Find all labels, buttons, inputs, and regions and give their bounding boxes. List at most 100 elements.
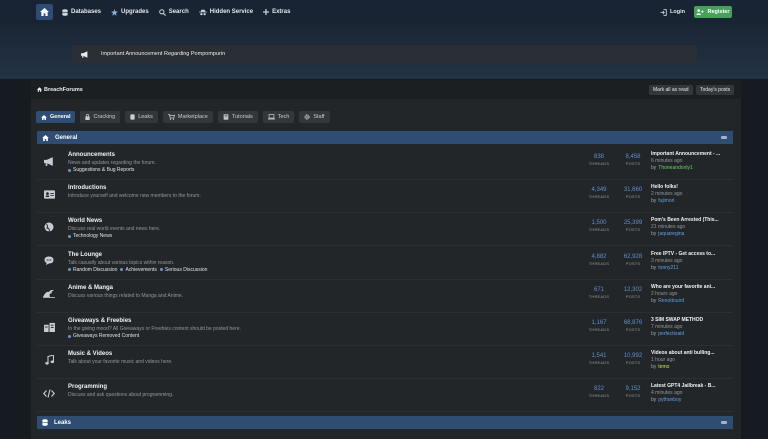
database-icon <box>42 419 48 426</box>
last-post: Free IPTV - Get access to... 3 minutes a… <box>651 251 731 271</box>
collapse-icon[interactable] <box>721 421 727 424</box>
nav-search[interactable]: Search <box>158 8 189 16</box>
last-post-username[interactable]: temo <box>658 364 669 370</box>
forum-row[interactable]: Giveaways & Freebies In the giving mood?… <box>37 313 733 346</box>
by-label: by <box>651 331 657 337</box>
last-post-username[interactable]: Thoneandonly1 <box>658 165 692 171</box>
forum-description: Talk casually about various topics withi… <box>68 259 175 266</box>
subforum-label: Serious Discussion <box>164 266 208 273</box>
tab-general[interactable]: General <box>36 111 76 123</box>
forum-title[interactable]: Introductions <box>68 185 106 191</box>
subforum-link[interactable]: Suggestions & Bug Reports <box>68 167 134 173</box>
last-post: Pom's Been Arrested (This... 21 minutes … <box>651 217 731 237</box>
forum-description: Talk about your favorite music and video… <box>68 359 173 366</box>
thread-count-label: THREADS <box>588 194 610 200</box>
thread-count: 838 THREADS <box>584 154 614 166</box>
post-count-value: 12,302 <box>623 286 643 293</box>
last-post-username[interactable]: Renottound <box>658 298 684 304</box>
thread-count: 4,882 THREADS <box>584 254 614 266</box>
last-post-author: by jaquaregina <box>651 231 731 237</box>
tab-tutorials[interactable]: Tutorials <box>217 111 258 123</box>
last-post-title[interactable]: 3 SIM SWAP METHOD <box>651 317 731 323</box>
forum-row[interactable]: The Lounge Talk casually about various t… <box>37 247 733 280</box>
category-header-general[interactable]: General <box>37 131 733 144</box>
subforum-link[interactable]: Serious Discussion <box>159 266 208 273</box>
collapse-icon[interactable] <box>721 136 727 139</box>
code-icon <box>43 387 55 399</box>
megaphone-icon <box>81 50 88 58</box>
last-post-title[interactable]: Latest GPT4 Jailbreak - B... <box>651 383 731 389</box>
last-post-author: by temo <box>651 364 731 370</box>
forum-row[interactable]: Music & Videos Talk about your favorite … <box>37 346 733 380</box>
forum-row[interactable]: Announcements News and updates regarding… <box>37 147 733 180</box>
nav-hidden-service[interactable]: Hidden Service <box>198 9 253 16</box>
last-post-username[interactable]: pythonboy <box>658 397 681 403</box>
tab-leaks[interactable]: Leaks <box>125 111 158 123</box>
nav-databases[interactable]: Databases <box>62 8 101 16</box>
login-icon <box>660 8 667 16</box>
forum-title[interactable]: Programming <box>68 384 107 390</box>
tab-tech[interactable]: Tech <box>262 111 295 123</box>
forum-title[interactable]: Announcements <box>68 152 115 158</box>
last-post-title[interactable]: Pom's Been Arrested (This... <box>651 217 731 223</box>
forum-row[interactable]: World News Discuss real world events and… <box>37 213 733 247</box>
forum-title[interactable]: The Lounge <box>68 252 102 258</box>
last-post: Who are your favorite ani... 2 hours ago… <box>651 284 731 304</box>
tab-staff[interactable]: Staff <box>299 111 330 123</box>
thread-count-value: 1,500 <box>591 220 607 227</box>
subforum-link[interactable]: Achievements <box>120 267 157 273</box>
nav-extras[interactable]: Extras <box>263 9 290 15</box>
announcement-bar[interactable]: Important Announcement Regarding Pompomp… <box>72 45 697 63</box>
last-post-title[interactable]: Hello folks! <box>651 184 731 190</box>
mark-all-read-button[interactable]: Mark all as read <box>649 85 693 95</box>
last-post-author: by Thoneandonly1 <box>651 165 731 171</box>
last-post-title[interactable]: Who are your favorite ani... <box>651 284 731 290</box>
last-post-time: 2 hours ago <box>651 290 678 297</box>
thread-count: 4,349 THREADS <box>584 187 614 199</box>
last-post-username[interactable]: perfectioaid <box>658 331 684 337</box>
chat-icon <box>43 255 55 267</box>
last-post-username[interactable]: fujimori <box>658 198 674 204</box>
forum-title[interactable]: World News <box>68 218 102 224</box>
subforum-link[interactable]: Technology News <box>68 233 112 239</box>
nav-upgrades[interactable]: Upgrades <box>111 8 149 16</box>
home-button[interactable] <box>36 4 53 20</box>
category-tabs: General Cracking Leaks Marketplace Tutor… <box>36 111 335 123</box>
last-post-title[interactable]: Important Announcement - ... <box>651 151 731 157</box>
subforum-label: Suggestions & Bug Reports <box>73 167 135 173</box>
laptop-icon <box>267 114 275 120</box>
thread-count-value: 4,882 <box>591 253 607 260</box>
register-button[interactable]: Register <box>694 6 732 18</box>
last-post-title[interactable]: Free IPTV - Get access to... <box>651 251 731 257</box>
breadcrumb[interactable]: BreachForums <box>37 87 83 93</box>
forum-row[interactable]: Programming Discuss and ask questions ab… <box>37 379 733 413</box>
subforum-link[interactable]: Giveaways Removed Content <box>68 333 139 339</box>
last-post-title[interactable]: Videos about anti bulling... <box>651 350 731 356</box>
category-title: General <box>55 134 78 141</box>
post-count-label: POSTS <box>625 293 641 299</box>
category-header-leaks[interactable]: Leaks <box>37 416 733 429</box>
login-label: Login <box>670 9 685 15</box>
login-link[interactable]: Login <box>660 6 685 18</box>
last-post-username[interactable]: tonny211 <box>658 265 678 271</box>
forum-row[interactable]: Introductions Introduce yourself and wel… <box>37 180 733 214</box>
todays-posts-button[interactable]: Today's posts <box>696 85 735 95</box>
star-icon <box>111 8 119 16</box>
subforum-dot-icon <box>159 268 163 272</box>
subforum-link[interactable]: Random Discussion <box>68 267 117 273</box>
tab-cracking[interactable]: Cracking <box>80 111 121 123</box>
last-post: Videos about anti bulling... 1 hour ago … <box>651 350 731 370</box>
subforum-dot-icon <box>68 234 71 238</box>
forum-title[interactable]: Giveaways & Freebies <box>68 318 131 324</box>
post-count-label: POSTS <box>625 194 641 200</box>
last-post: Latest GPT4 Jailbreak - B... 4 minutes a… <box>651 383 731 403</box>
tab-marketplace[interactable]: Marketplace <box>162 111 213 123</box>
last-post-username[interactable]: jaquaregina <box>658 231 684 237</box>
forum-row[interactable]: Anime & Manga Discuss various things rel… <box>37 280 733 313</box>
breadcrumb-bar: BreachForums Mark all as read Today's po… <box>31 80 741 99</box>
breadcrumb-label: BreachForums <box>44 86 83 93</box>
nav-extras-label: Extras <box>272 9 291 15</box>
forum-title[interactable]: Music & Videos <box>68 351 112 357</box>
forum-title[interactable]: Anime & Manga <box>68 285 113 291</box>
thread-count-label: THREADS <box>588 360 610 366</box>
